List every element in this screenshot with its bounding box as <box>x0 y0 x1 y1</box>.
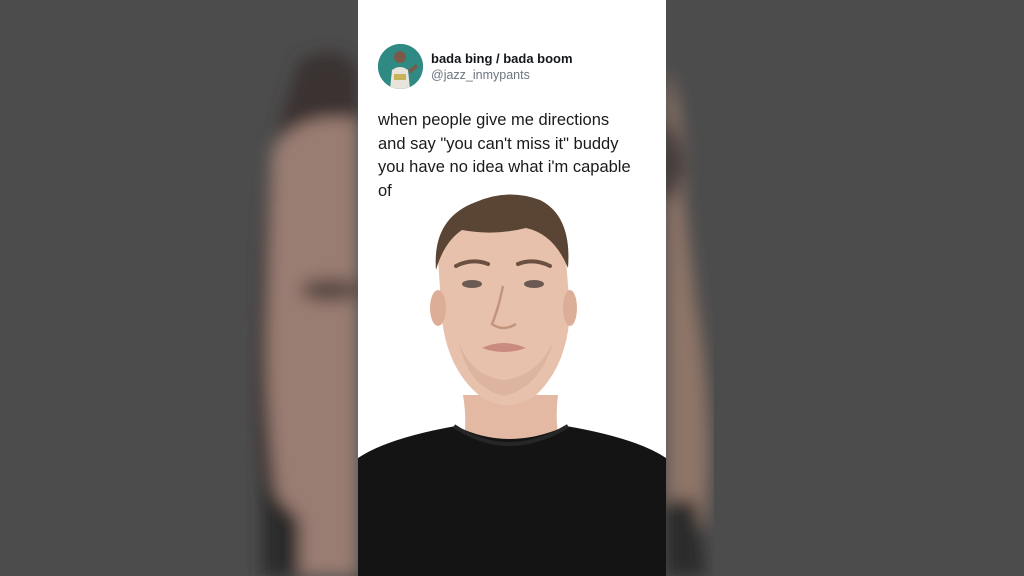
tweet-text: when people give me directions and say "… <box>378 111 631 200</box>
video-frame: bada bing / bada boom @jazz_inmypants wh… <box>0 0 1024 576</box>
tweet-header: bada bing / bada boom @jazz_inmypants <box>378 44 658 89</box>
blurred-face-right <box>666 0 1024 576</box>
tweet-card: bada bing / bada boom @jazz_inmypants wh… <box>378 44 658 203</box>
blurred-background-left <box>0 0 358 576</box>
video-panel: bada bing / bada boom @jazz_inmypants wh… <box>358 0 666 576</box>
profile-photo-avatar-icon <box>378 44 423 89</box>
user-handle[interactable]: @jazz_inmypants <box>431 67 573 84</box>
blurred-background-right <box>666 0 1024 576</box>
person-figure <box>358 194 666 576</box>
avatar[interactable] <box>378 44 423 89</box>
tweet-author: bada bing / bada boom @jazz_inmypants <box>431 50 573 84</box>
blurred-face-left <box>0 0 358 576</box>
display-name[interactable]: bada bing / bada boom <box>431 50 573 67</box>
